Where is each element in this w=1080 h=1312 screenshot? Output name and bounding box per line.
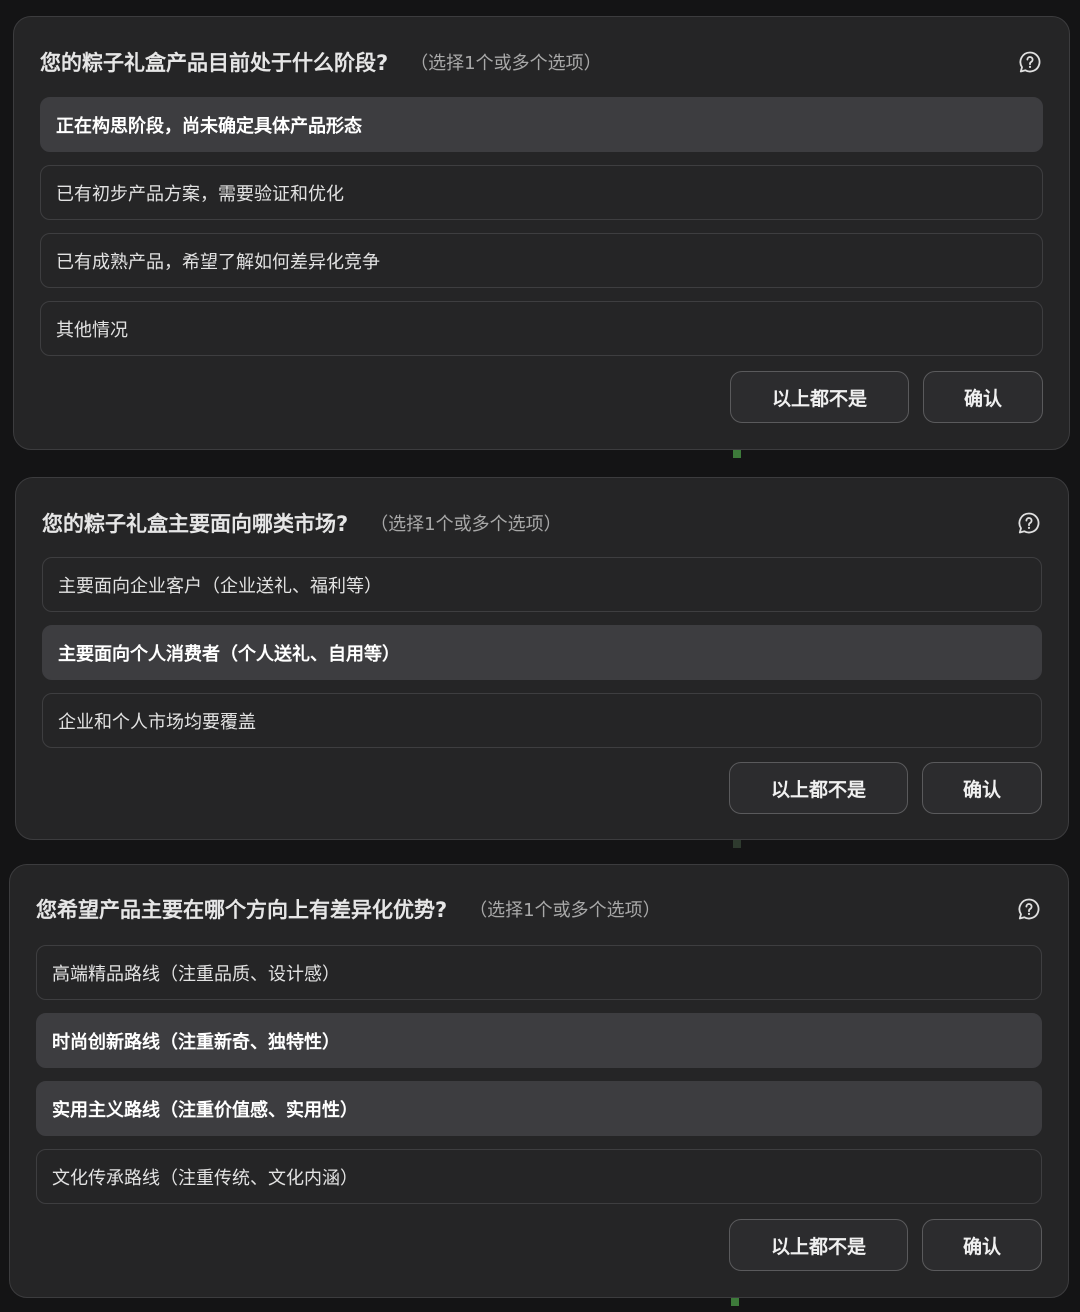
none-of-above-button[interactable]: 以上都不是 — [730, 371, 909, 423]
help-chat-icon[interactable] — [1016, 896, 1042, 922]
question-header: 您希望产品主要在哪个方向上有差异化优势? （选择1个或多个选项） — [36, 892, 1042, 926]
option-item[interactable]: 已有成熟产品，希望了解如何差异化竞争 — [40, 233, 1043, 288]
confirm-button[interactable]: 确认 — [922, 762, 1042, 814]
option-list: 主要面向企业客户（企业送礼、福利等） 主要面向个人消费者（个人送礼、自用等） 企… — [42, 557, 1042, 761]
action-bar: 以上都不是 确认 — [730, 371, 1043, 423]
question-hint: （选择1个或多个选项） — [469, 900, 661, 921]
question-header: 您的粽子礼盒主要面向哪类市场? （选择1个或多个选项） — [42, 506, 1042, 540]
confirm-button[interactable]: 确认 — [923, 371, 1043, 423]
option-item[interactable]: 已有初步产品方案，需要验证和优化 — [40, 165, 1043, 220]
connector-dot — [731, 1298, 739, 1306]
connector-dot — [733, 450, 741, 458]
option-item[interactable]: 实用主义路线（注重价值感、实用性） — [36, 1081, 1042, 1136]
option-item[interactable]: 高端精品路线（注重品质、设计感） — [36, 945, 1042, 1000]
option-item[interactable]: 其他情况 — [40, 301, 1043, 356]
option-list: 高端精品路线（注重品质、设计感） 时尚创新路线（注重新奇、独特性） 实用主义路线… — [36, 945, 1042, 1217]
question-hint: （选择1个或多个选项） — [410, 53, 602, 74]
confirm-button[interactable]: 确认 — [922, 1219, 1042, 1271]
question-title: 您的粽子礼盒主要面向哪类市场? — [42, 512, 349, 536]
question-hint: （选择1个或多个选项） — [370, 514, 562, 535]
question-card-2: 您的粽子礼盒主要面向哪类市场? （选择1个或多个选项） 主要面向企业客户（企业送… — [15, 477, 1069, 840]
option-item[interactable]: 时尚创新路线（注重新奇、独特性） — [36, 1013, 1042, 1068]
option-list: 正在构思阶段，尚未确定具体产品形态 已有初步产品方案，需要验证和优化 已有成熟产… — [40, 97, 1043, 369]
help-chat-icon[interactable] — [1017, 49, 1043, 75]
help-chat-icon[interactable] — [1016, 510, 1042, 536]
question-card-1: 您的粽子礼盒产品目前处于什么阶段? （选择1个或多个选项） 正在构思阶段，尚未确… — [13, 16, 1070, 450]
connector-dot — [733, 840, 741, 848]
question-title: 您的粽子礼盒产品目前处于什么阶段? — [40, 51, 389, 75]
action-bar: 以上都不是 确认 — [729, 762, 1042, 814]
option-item[interactable]: 正在构思阶段，尚未确定具体产品形态 — [40, 97, 1043, 152]
question-title: 您希望产品主要在哪个方向上有差异化优势? — [36, 898, 448, 922]
none-of-above-button[interactable]: 以上都不是 — [729, 762, 908, 814]
option-item[interactable]: 主要面向个人消费者（个人送礼、自用等） — [42, 625, 1042, 680]
action-bar: 以上都不是 确认 — [729, 1219, 1042, 1271]
option-item[interactable]: 文化传承路线（注重传统、文化内涵） — [36, 1149, 1042, 1204]
none-of-above-button[interactable]: 以上都不是 — [729, 1219, 908, 1271]
option-item[interactable]: 企业和个人市场均要覆盖 — [42, 693, 1042, 748]
option-item[interactable]: 主要面向企业客户（企业送礼、福利等） — [42, 557, 1042, 612]
question-header: 您的粽子礼盒产品目前处于什么阶段? （选择1个或多个选项） — [40, 45, 1043, 79]
question-card-3: 您希望产品主要在哪个方向上有差异化优势? （选择1个或多个选项） 高端精品路线（… — [9, 864, 1069, 1298]
